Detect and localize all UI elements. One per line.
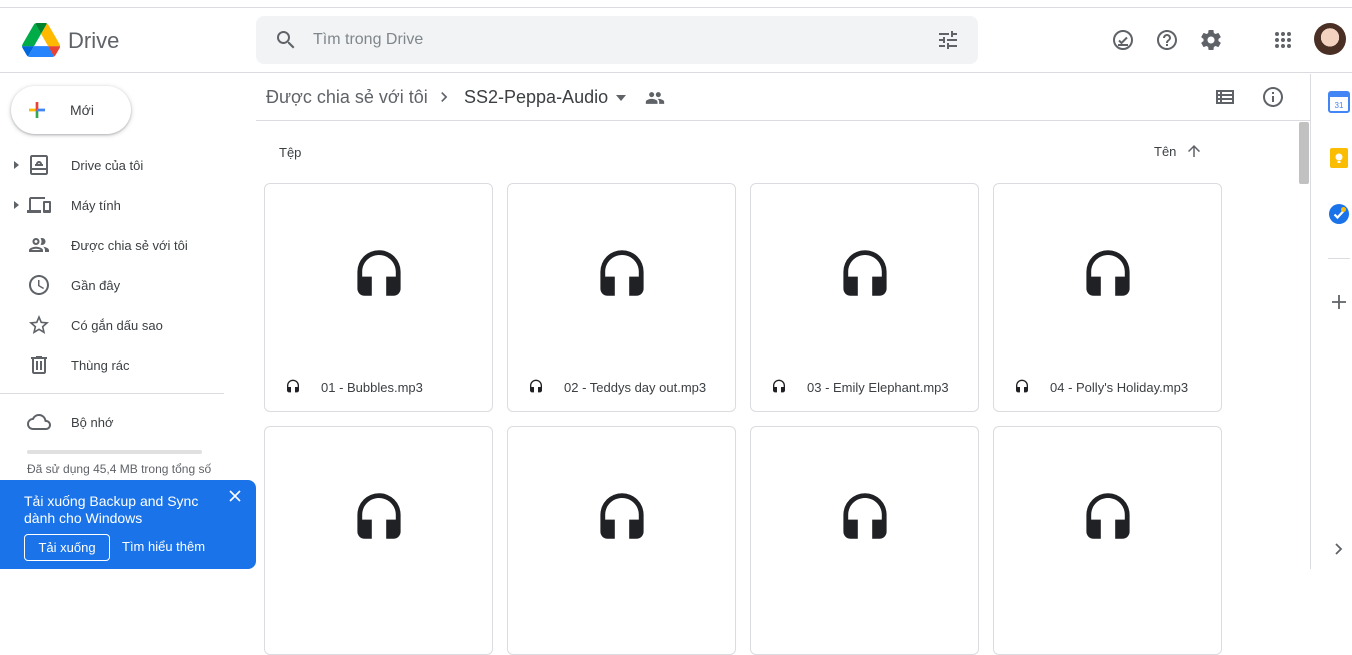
breadcrumb: Được chia sẻ với tôi SS2-Peppa-Audio	[256, 74, 1310, 121]
expand-arrow-icon[interactable]	[11, 200, 21, 210]
storage-progress-bar	[27, 450, 202, 454]
files-section-label: Tệp	[279, 145, 302, 160]
download-button[interactable]: Tải xuống	[24, 534, 110, 561]
trash-icon	[31, 356, 47, 374]
sidebar-item-label: Máy tính	[71, 198, 121, 213]
sidebar-item-computers[interactable]: Máy tính	[0, 189, 240, 221]
main-content: Được chia sẻ với tôi SS2-Peppa-Audio Tệp…	[256, 74, 1310, 655]
scrollbar-thumb[interactable]	[1299, 122, 1309, 184]
calendar-icon[interactable]: 31	[1328, 91, 1350, 113]
caret-down-icon[interactable]	[614, 91, 628, 105]
browser-top-strip	[0, 0, 1352, 8]
help-icon[interactable]	[1155, 28, 1179, 52]
file-card[interactable]: 04 - Polly's Holiday.mp3	[993, 183, 1222, 412]
file-card[interactable]	[507, 426, 736, 655]
keep-icon[interactable]	[1328, 147, 1350, 169]
arrow-up-icon[interactable]	[1185, 142, 1203, 160]
audio-file-icon	[773, 379, 785, 393]
list-view-icon[interactable]	[1213, 85, 1237, 109]
headphones-icon	[843, 493, 887, 539]
computers-icon	[27, 197, 51, 213]
headphones-icon	[357, 493, 401, 539]
audio-file-icon	[1016, 379, 1028, 393]
expand-arrow-icon[interactable]	[11, 160, 21, 170]
file-name: 01 - Bubbles.mp3	[321, 380, 423, 395]
sidebar-item-label: Có gắn dấu sao	[71, 318, 163, 333]
file-card[interactable]	[750, 426, 979, 655]
promo-title: Tải xuống Backup and Sync dành cho Windo…	[24, 493, 199, 526]
sidebar-item-label: Gần đây	[71, 278, 121, 293]
audio-file-icon	[530, 379, 542, 393]
file-card[interactable]	[264, 426, 493, 655]
drive-logo-icon[interactable]	[22, 23, 60, 57]
shared-people-icon	[29, 238, 49, 252]
headphones-icon	[600, 493, 644, 539]
my-drive-icon	[30, 155, 48, 175]
side-panel-divider	[1328, 258, 1350, 259]
settings-icon[interactable]	[1199, 28, 1223, 52]
svg-text:31: 31	[1335, 101, 1344, 110]
breadcrumb-current-folder[interactable]: SS2-Peppa-Audio	[464, 87, 608, 108]
sidebar-item-label: Drive của tôi	[71, 158, 144, 173]
top-bar: Drive Tìm trong Drive	[0, 9, 1352, 73]
breadcrumb-shared-with-me[interactable]: Được chia sẻ với tôi	[266, 87, 428, 108]
file-name: 02 - Teddys day out.mp3	[564, 380, 707, 395]
filter-options-icon[interactable]	[936, 28, 960, 52]
apps-grid-icon[interactable]	[1271, 28, 1295, 52]
learn-more-link[interactable]: Tìm hiểu thêm	[122, 539, 205, 554]
sidebar-item-trash[interactable]: Thùng rác	[0, 349, 240, 381]
plus-icon	[29, 102, 45, 118]
headphones-icon	[1086, 493, 1130, 539]
app-title[interactable]: Drive	[68, 28, 119, 54]
headphones-icon	[357, 250, 401, 296]
search-icon[interactable]	[274, 28, 298, 52]
storage-used-text: Đã sử dụng 45,4 MB trong tổng số	[27, 462, 212, 476]
star-icon	[29, 315, 49, 334]
new-button-label: Mới	[70, 102, 94, 118]
tasks-icon[interactable]	[1328, 203, 1350, 225]
clock-icon	[29, 275, 49, 295]
file-card[interactable]	[993, 426, 1222, 655]
file-name: 04 - Polly's Holiday.mp3	[1050, 380, 1189, 395]
offline-status-icon[interactable]	[1111, 28, 1135, 52]
sidebar-item-recent[interactable]: Gần đây	[0, 269, 240, 301]
file-card[interactable]: 01 - Bubbles.mp3	[264, 183, 493, 412]
headphones-icon	[1086, 250, 1130, 296]
shared-folder-people-icon	[645, 92, 665, 104]
chevron-right-icon[interactable]	[1328, 538, 1350, 560]
sidebar-divider	[0, 393, 224, 394]
backup-sync-promo: Tải xuống Backup and Sync dành cho Windo…	[0, 480, 256, 569]
avatar[interactable]	[1314, 23, 1346, 55]
file-name: 03 - Emily Elephant.mp3	[807, 380, 949, 395]
sidebar-item-starred[interactable]: Có gắn dấu sao	[0, 309, 240, 341]
file-card[interactable]: 02 - Teddys day out.mp3	[507, 183, 736, 412]
sidebar-item-shared-with-me[interactable]: Được chia sẻ với tôi	[0, 229, 240, 261]
close-icon[interactable]	[228, 489, 242, 503]
sort-by-name-label[interactable]: Tên	[1154, 144, 1176, 159]
search-bar[interactable]: Tìm trong Drive	[256, 16, 978, 64]
add-addon-icon[interactable]	[1328, 291, 1350, 313]
side-panel: 31	[1310, 74, 1352, 569]
scrollbar[interactable]	[1298, 120, 1310, 569]
search-input[interactable]: Tìm trong Drive	[313, 31, 423, 49]
sidebar-item-label: Được chia sẻ với tôi	[71, 238, 188, 253]
new-button[interactable]: Mới	[11, 86, 131, 134]
file-card[interactable]: 03 - Emily Elephant.mp3	[750, 183, 979, 412]
sidebar-item-storage[interactable]: Bộ nhớ	[0, 406, 240, 438]
sidebar-item-label: Thùng rác	[71, 358, 130, 373]
chevron-right-icon	[441, 92, 448, 102]
sidebar-item-my-drive[interactable]: Drive của tôi	[0, 149, 240, 181]
cloud-icon	[27, 414, 51, 430]
audio-file-icon	[287, 379, 299, 393]
info-icon[interactable]	[1261, 85, 1285, 109]
headphones-icon	[600, 250, 644, 296]
headphones-icon	[843, 250, 887, 296]
sidebar-item-label: Bộ nhớ	[71, 415, 114, 430]
